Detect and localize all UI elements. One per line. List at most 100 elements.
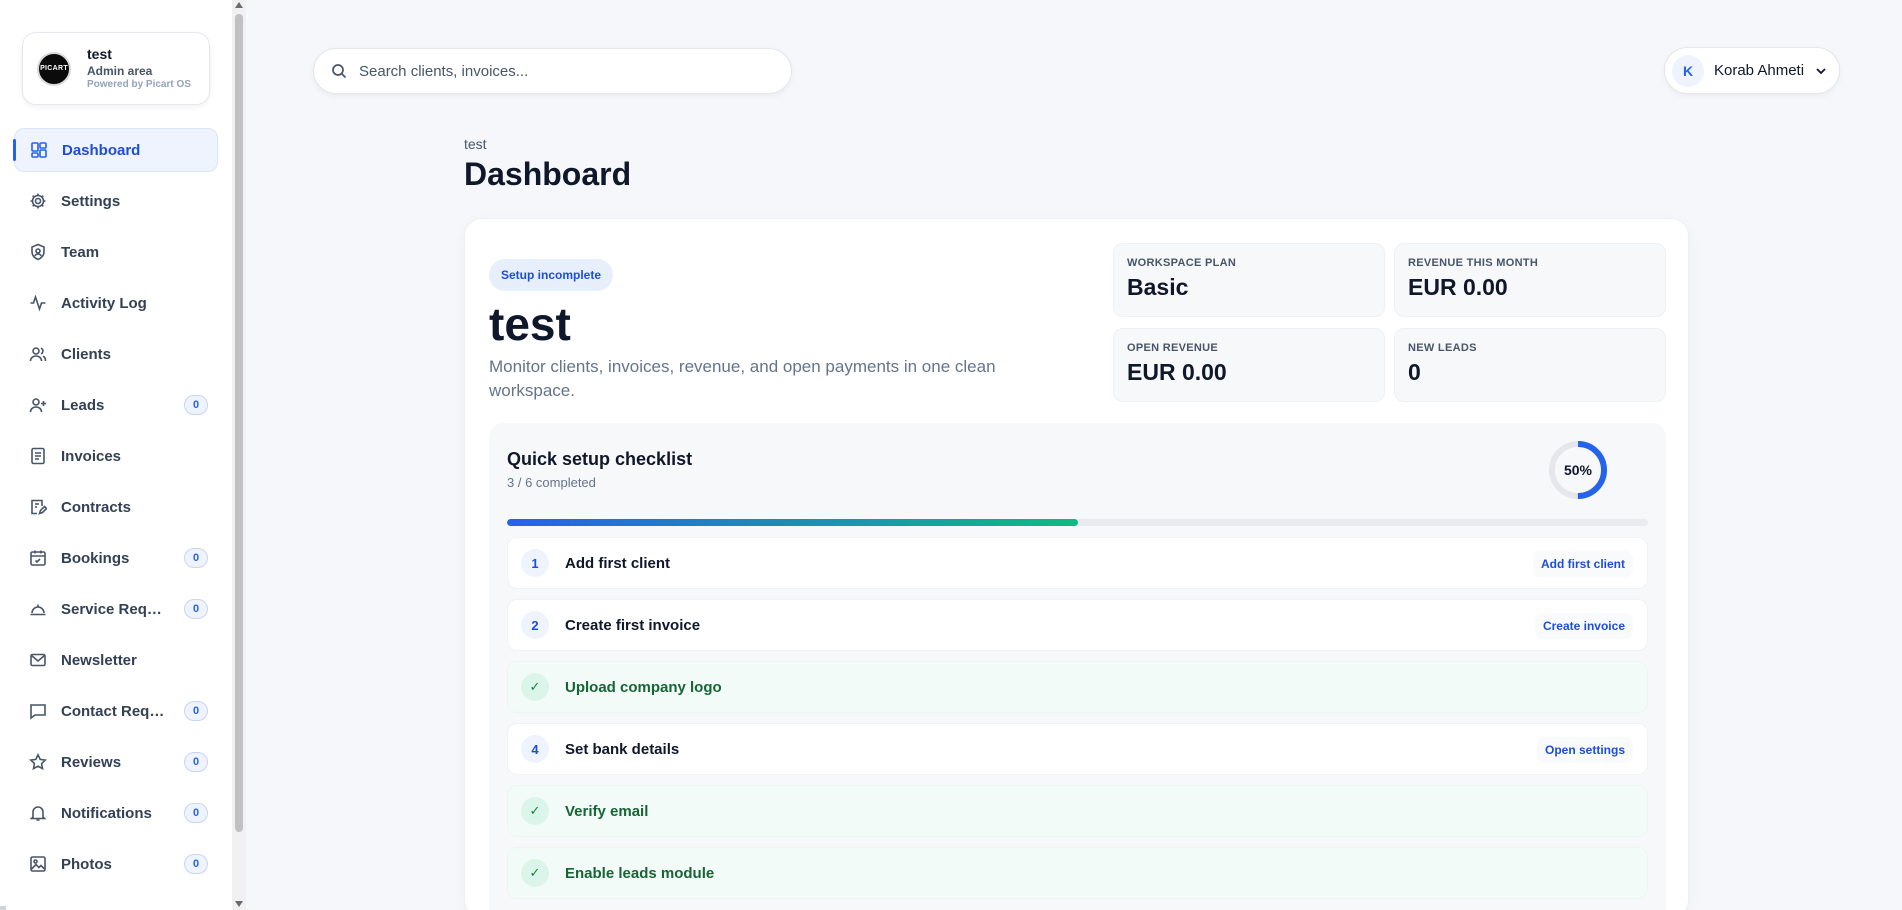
checklist-item-add-first-client: 1 Add first client Add first client — [507, 537, 1648, 589]
checklist-item-enable-leads-module: ✓ Enable leads module — [507, 847, 1648, 899]
scroll-up-arrow-icon[interactable] — [235, 2, 243, 8]
activity-icon — [29, 294, 47, 312]
stat-value: EUR 0.00 — [1127, 359, 1227, 385]
sidebar-item-label: Newsletter — [61, 651, 137, 669]
notifications-count-badge: 0 — [184, 803, 208, 823]
brand-logo-text: PICART — [40, 65, 68, 72]
setup-checklist: Quick setup checklist 3 / 6 completed 50… — [489, 423, 1666, 910]
sidebar-scrollbar[interactable] — [232, 0, 246, 910]
invoice-icon — [29, 447, 47, 465]
sidebar-item-dashboard[interactable]: Dashboard — [13, 128, 218, 172]
sidebar-item-service-requests[interactable]: Service Requ... 0 — [14, 587, 218, 631]
bell-icon — [29, 804, 47, 822]
checklist-item-set-bank-details: 4 Set bank details Open settings — [507, 723, 1648, 775]
scroll-down-arrow-icon[interactable] — [235, 901, 243, 907]
powered-by: Powered by Picart OS — [87, 78, 191, 90]
checklist-item-create-first-invoice: 2 Create first invoice Create invoice — [507, 599, 1648, 651]
shield-icon — [29, 243, 47, 261]
global-search[interactable] — [313, 48, 792, 94]
checklist-item-label: Enable leads module — [565, 864, 715, 882]
sidebar-item-label: Contracts — [61, 498, 132, 516]
add-first-client-button[interactable]: Add first client — [1532, 551, 1633, 577]
status-badge: Setup incomplete — [489, 259, 614, 291]
sidebar-item-settings[interactable]: Settings — [14, 179, 218, 223]
sidebar-item-label: Invoices — [61, 447, 122, 465]
scrollbar-thumb[interactable] — [235, 14, 243, 832]
stat-value: EUR 0.00 — [1408, 274, 1508, 300]
sidebar-nav: Dashboard Settings Team Activity Log Cli… — [13, 128, 218, 893]
step-number: 2 — [521, 611, 549, 639]
breadcrumb: test — [464, 136, 487, 152]
dashboard-overview-card: Setup incomplete test Monitor clients, i… — [464, 218, 1689, 910]
image-icon — [29, 855, 47, 873]
stat-open-revenue: OPEN REVENUE EUR 0.00 — [1113, 328, 1385, 402]
stat-label: NEW LEADS — [1408, 342, 1477, 354]
checklist-item-label: Verify email — [565, 802, 649, 820]
page-title: Dashboard — [464, 156, 632, 192]
check-icon: ✓ — [521, 859, 549, 887]
photos-count-badge: 0 — [184, 854, 208, 874]
workspace-title: test — [489, 298, 571, 350]
checklist-item-label: Upload company logo — [565, 678, 722, 696]
sidebar-corner — [0, 906, 6, 910]
create-invoice-button[interactable]: Create invoice — [1534, 613, 1633, 639]
sidebar-item-label: Clients — [61, 345, 112, 363]
sidebar-item-label: Leads — [61, 396, 105, 414]
avatar: K — [1672, 54, 1704, 87]
sidebar-item-notifications[interactable]: Notifications 0 — [14, 791, 218, 835]
stat-label: REVENUE THIS MONTH — [1408, 257, 1539, 269]
sidebar-item-label: Bookings — [61, 549, 130, 567]
stat-value: 0 — [1408, 359, 1421, 385]
stat-label: OPEN REVENUE — [1127, 342, 1219, 354]
sidebar-item-activity-log[interactable]: Activity Log — [14, 281, 218, 325]
sidebar-item-invoices[interactable]: Invoices — [14, 434, 218, 478]
checklist-progress-bar — [507, 519, 1648, 526]
sidebar-item-label: Team — [61, 243, 100, 261]
user-menu-button[interactable]: K Korab Ahmeti — [1664, 47, 1840, 94]
sidebar-item-leads[interactable]: Leads 0 — [14, 383, 218, 427]
checklist-progress-fill — [507, 519, 1078, 526]
users-icon — [29, 345, 47, 363]
bookings-count-badge: 0 — [184, 548, 208, 568]
sidebar-item-label: Settings — [61, 192, 121, 210]
check-icon: ✓ — [521, 797, 549, 825]
sidebar-item-reviews[interactable]: Reviews 0 — [14, 740, 218, 784]
stat-label: WORKSPACE PLAN — [1127, 257, 1237, 269]
sidebar: PICART test Admin area Powered by Picart… — [0, 0, 232, 910]
contract-icon — [29, 498, 47, 516]
checklist-item-label: Set bank details — [565, 740, 680, 758]
sidebar-item-clients[interactable]: Clients — [14, 332, 218, 376]
search-input[interactable] — [359, 62, 759, 80]
stat-value: Basic — [1127, 274, 1189, 300]
sidebar-item-photos[interactable]: Photos 0 — [14, 842, 218, 886]
step-number: 4 — [521, 735, 549, 763]
message-icon — [29, 702, 47, 720]
sidebar-item-contact-requests[interactable]: Contact Requ... 0 — [14, 689, 218, 733]
sidebar-item-label: Activity Log — [61, 294, 147, 312]
sidebar-item-team[interactable]: Team — [14, 230, 218, 274]
sidebar-item-bookings[interactable]: Bookings 0 — [14, 536, 218, 580]
open-settings-button[interactable]: Open settings — [1536, 737, 1633, 763]
workspace-name: test — [87, 46, 112, 62]
contact-requests-count-badge: 0 — [184, 701, 208, 721]
sidebar-item-label: Notifications — [61, 804, 152, 822]
check-icon: ✓ — [521, 673, 549, 701]
reviews-count-badge: 0 — [184, 752, 208, 772]
checklist-item-label: Create first invoice — [565, 616, 701, 634]
leads-count-badge: 0 — [184, 395, 208, 415]
checklist-progress-text: 3 / 6 completed — [507, 475, 596, 490]
checklist-item-label: Add first client — [565, 554, 671, 572]
gear-icon — [29, 192, 47, 210]
checklist-percent-label: 50% — [1563, 462, 1593, 478]
workspace-subtitle: Admin area — [87, 63, 153, 78]
sidebar-item-label: Photos — [61, 855, 112, 873]
workspace-brand-card[interactable]: PICART test Admin area Powered by Picart… — [22, 32, 210, 105]
sidebar-item-contracts[interactable]: Contracts — [14, 485, 218, 529]
sidebar-item-newsletter[interactable]: Newsletter — [14, 638, 218, 682]
user-name: Korab Ahmeti — [1714, 62, 1805, 79]
checklist-item-verify-email: ✓ Verify email — [507, 785, 1648, 837]
checklist-title: Quick setup checklist — [507, 449, 693, 469]
search-icon — [331, 63, 347, 79]
brand-text: test Admin area Powered by Picart OS — [87, 46, 191, 91]
service-requests-count-badge: 0 — [184, 599, 208, 619]
